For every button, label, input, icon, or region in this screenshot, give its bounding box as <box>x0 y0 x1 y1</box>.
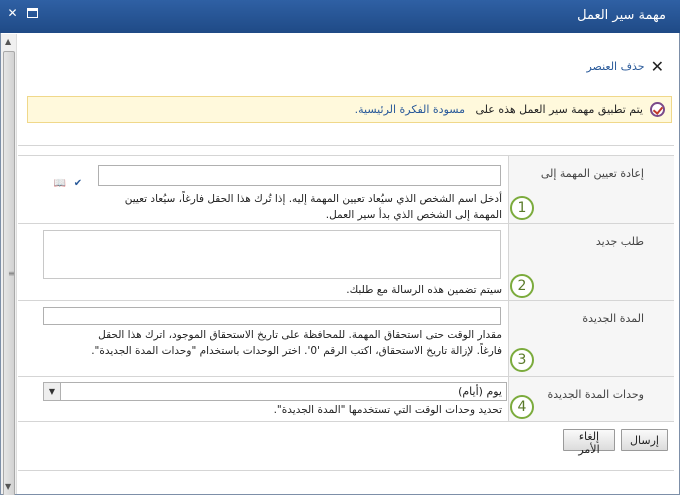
notice-prefix: يتم تطبيق مهمة سير العمل هذه على <box>475 103 643 116</box>
reassign-input[interactable] <box>98 165 501 186</box>
help-line: فارغاً. لإزالة تاريخ الاستحقاق، اكتب الر… <box>91 345 502 357</box>
reassign-help: أدخل اسم الشخص الذي سيُعاد تعيين المهمة … <box>42 191 502 223</box>
duration-units-label: وحدات المدة الجديدة <box>547 388 644 401</box>
grip-icon: ≡ <box>8 269 15 278</box>
new-request-field: سيتم تضمين هذه الرسالة مع طلبك. <box>28 224 502 300</box>
duration-units-select[interactable]: يوم (أيام) ▼ <box>43 382 507 401</box>
close-icon[interactable]: ✕ <box>6 7 19 20</box>
delete-item-label: حذف العنصر <box>586 60 645 73</box>
ribbon: ✕ حذف العنصر <box>18 44 674 86</box>
chevron-down-icon[interactable]: ▼ <box>44 383 61 400</box>
scroll-thumb[interactable]: ≡ <box>3 51 15 495</box>
scroll-down-icon[interactable]: ▼ <box>5 482 11 491</box>
step-badge: 2 <box>510 274 534 298</box>
task-form: إعادة تعيين المهمة إلى 📖 ✔ أدخل اسم الشخ… <box>18 145 674 471</box>
new-request-label: طلب جديد <box>595 235 644 248</box>
new-duration-field: مقدار الوقت حتى استحقاق المهمة. للمحافظة… <box>28 301 502 376</box>
vertical-scrollbar[interactable]: ▲ ≡ ▼ <box>1 34 17 495</box>
step-badge: 3 <box>510 348 534 372</box>
new-duration-label: المدة الجديدة <box>582 312 644 325</box>
new-request-row: طلب جديد سيتم تضمين هذه الرسالة مع طلبك.… <box>18 224 674 301</box>
step-badge: 1 <box>510 196 534 220</box>
window-title: مهمة سير العمل <box>577 8 666 23</box>
duration-units-value: يوم (أيام) <box>458 385 502 398</box>
help-line: المهمة إلى الشخص الذي بدأ سير العمل. <box>325 209 502 221</box>
new-request-textarea[interactable] <box>43 230 501 279</box>
people-picker-icons: 📖 ✔ <box>52 178 86 190</box>
maximize-icon[interactable] <box>26 7 39 20</box>
notice-link[interactable]: مسودة الفكرة الرئيسية. <box>355 103 465 116</box>
help-line: أدخل اسم الشخص الذي سيُعاد تعيين المهمة … <box>124 193 502 205</box>
step-badge: 4 <box>510 395 534 419</box>
scroll-up-icon[interactable]: ▲ <box>5 37 11 46</box>
notice-text: يتم تطبيق مهمة سير العمل هذه على مسودة ا… <box>355 103 643 116</box>
new-duration-help: مقدار الوقت حتى استحقاق المهمة. للمحافظة… <box>30 327 502 359</box>
new-request-help: سيتم تضمين هذه الرسالة مع طلبك. <box>346 284 502 296</box>
reassign-row: إعادة تعيين المهمة إلى 📖 ✔ أدخل اسم الشخ… <box>18 156 674 224</box>
title-bar: ✕ مهمة سير العمل <box>0 0 680 33</box>
delete-item-button[interactable]: ✕ حذف العنصر <box>586 57 664 76</box>
new-duration-row: المدة الجديدة مقدار الوقت حتى استحقاق ال… <box>18 301 674 377</box>
help-line: مقدار الوقت حتى استحقاق المهمة. للمحافظة… <box>98 329 502 341</box>
workflow-notice: يتم تطبيق مهمة سير العمل هذه على مسودة ا… <box>27 96 672 123</box>
reassign-label: إعادة تعيين المهمة إلى <box>540 167 644 180</box>
duration-units-row: وحدات المدة الجديدة يوم (أيام) ▼ تحديد و… <box>18 377 674 422</box>
new-duration-input[interactable] <box>43 307 501 325</box>
delete-x-icon: ✕ <box>650 57 664 76</box>
duration-units-help: تحديد وحدات الوقت التي تستخدمها "المدة ا… <box>273 404 502 416</box>
check-names-icon[interactable]: ✔ <box>70 178 86 190</box>
address-book-icon[interactable]: 📖 <box>52 178 68 190</box>
label-cell: وحدات المدة الجديدة <box>508 377 674 421</box>
send-button[interactable]: إرسال <box>621 429 668 451</box>
check-circle-icon <box>650 102 665 117</box>
reassign-field: 📖 ✔ أدخل اسم الشخص الذي سيُعاد تعيين الم… <box>28 156 502 223</box>
cancel-button[interactable]: إلغاء الأمر <box>563 429 615 456</box>
